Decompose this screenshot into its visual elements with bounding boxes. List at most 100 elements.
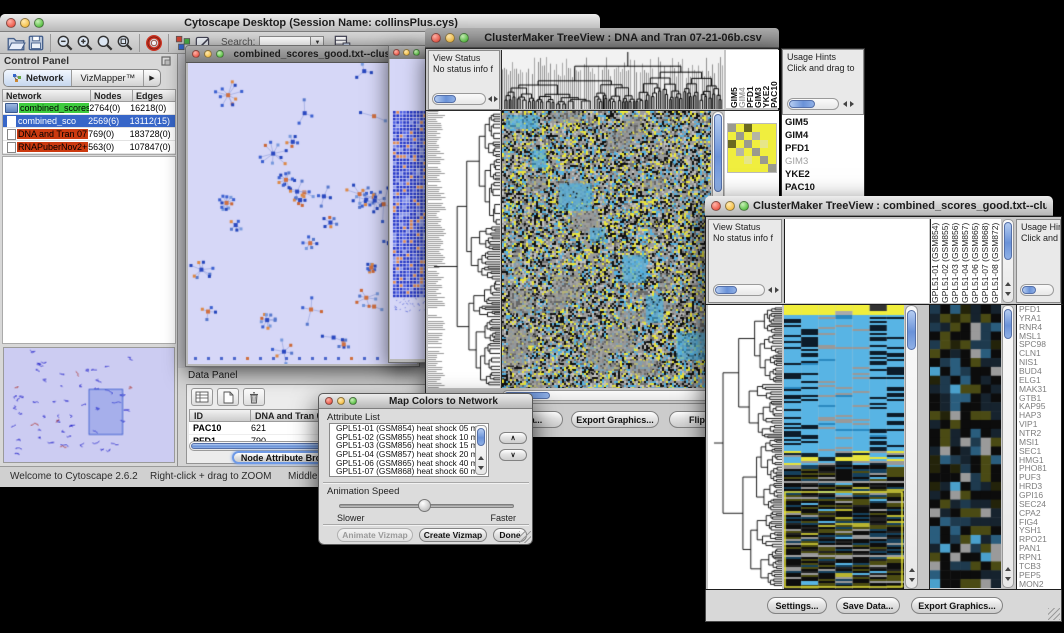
gene-label[interactable]: TCB3	[1017, 562, 1061, 571]
column-label[interactable]: GIM5	[730, 50, 738, 108]
usage-hints-hscrollbar[interactable]	[787, 98, 839, 110]
scroll-right-icon[interactable]	[850, 101, 854, 107]
mini-heatmap-cell[interactable]	[744, 164, 752, 172]
mini-heatmap-cell[interactable]	[752, 140, 760, 148]
mini-heatmap-cell[interactable]	[768, 156, 776, 164]
treeview1-hscrollbar[interactable]	[502, 390, 711, 401]
column-label[interactable]: GPL51-04 (GSM857)	[961, 219, 971, 303]
mini-heatmap-cell[interactable]	[752, 132, 760, 140]
column-label[interactable]: GPL51-03 (GSM856)	[951, 219, 961, 303]
zoom-window-icon[interactable]	[34, 18, 44, 28]
move-down-button[interactable]: ∨	[499, 449, 527, 461]
view-status-hscrollbar[interactable]	[713, 284, 765, 296]
gene-label[interactable]: GIM3	[782, 156, 864, 169]
export-graphics-button[interactable]: Export Graphics...	[571, 411, 659, 428]
treeview2-row-dendrogram[interactable]	[708, 305, 782, 589]
gene-label[interactable]: RPN1	[1017, 553, 1061, 562]
network-overview-navigator[interactable]	[3, 347, 175, 463]
mini-heatmap-cell[interactable]	[736, 140, 744, 148]
mini-heatmap-cell[interactable]	[768, 164, 776, 172]
gene-label[interactable]: SPC98	[1017, 340, 1061, 349]
gene-label[interactable]: YRA1	[1017, 314, 1061, 323]
zoom-fit-icon[interactable]	[95, 33, 115, 53]
mini-heatmap-cell[interactable]	[760, 124, 768, 132]
column-label[interactable]: GPL51-08 (GSM872)	[991, 219, 1001, 303]
network-table-row[interactable]: combined_sco 2569(6) 13112(15)	[3, 115, 175, 128]
mini-heatmap-cell[interactable]	[752, 124, 760, 132]
gene-label[interactable]: PFD1	[1017, 305, 1061, 314]
minimize-icon[interactable]	[20, 18, 30, 28]
col-network[interactable]: Network	[2, 89, 91, 102]
zoom-window-icon[interactable]	[216, 50, 224, 58]
attribute-item[interactable]: GPL51-07 (GSM868) heat shock 60 min	[333, 467, 488, 476]
gene-label[interactable]: PAN1	[1017, 544, 1061, 553]
create-vizmap-button[interactable]: Create Vizmap	[419, 528, 487, 542]
gene-label[interactable]: BUD4	[1017, 367, 1061, 376]
scroll-down-icon[interactable]	[1005, 292, 1011, 296]
help-lifering-icon[interactable]	[144, 33, 164, 53]
minimize-icon[interactable]	[337, 397, 345, 405]
mini-heatmap-cell[interactable]	[760, 156, 768, 164]
scroll-up-icon[interactable]	[1005, 282, 1011, 286]
col-nodes[interactable]: Nodes	[91, 89, 133, 102]
mini-heatmap-cell[interactable]	[752, 164, 760, 172]
gene-label[interactable]: GTB1	[1017, 394, 1061, 403]
close-icon[interactable]	[431, 33, 441, 43]
close-icon[interactable]	[192, 50, 200, 58]
scroll-up-icon[interactable]	[1005, 567, 1011, 571]
scroll-down-icon[interactable]	[478, 466, 484, 470]
animate-vizmap-button[interactable]: Animate Vizmap	[337, 528, 413, 542]
mini-heatmap-cell[interactable]	[768, 140, 776, 148]
mini-heatmap-cell[interactable]	[744, 156, 752, 164]
network-view-canvas[interactable]	[188, 63, 417, 364]
gene-label[interactable]: PEP5	[1017, 571, 1061, 580]
close-icon[interactable]	[711, 201, 721, 211]
gene-label[interactable]: NTR2	[1017, 429, 1061, 438]
view-status-hscrollbar[interactable]	[432, 93, 486, 105]
gene-label[interactable]: RNR4	[1017, 323, 1061, 332]
gene-label[interactable]: ELG1	[1017, 376, 1061, 385]
gene-label[interactable]: SEC1	[1017, 447, 1061, 456]
gene-label[interactable]: MSI1	[1017, 438, 1061, 447]
gene-label[interactable]: PHO81	[1017, 464, 1061, 473]
gene-label[interactable]: CLN1	[1017, 349, 1061, 358]
mini-heatmap-cell[interactable]	[728, 148, 736, 156]
mini-heatmap-cell[interactable]	[768, 132, 776, 140]
col-id[interactable]: ID	[189, 409, 251, 422]
mini-heatmap-cell[interactable]	[744, 132, 752, 140]
gene-label[interactable]: GIM4	[782, 130, 864, 143]
zoom-window-icon[interactable]	[459, 33, 469, 43]
resize-grip[interactable]	[519, 531, 531, 543]
scroll-left-icon[interactable]	[768, 287, 772, 293]
treeview2-collabel-vscrollbar[interactable]	[1002, 219, 1014, 303]
resize-grip[interactable]	[1048, 608, 1060, 620]
gene-label[interactable]: HMG1	[1017, 456, 1061, 465]
gene-label[interactable]: KAP95	[1017, 402, 1061, 411]
open-file-icon[interactable]	[6, 33, 26, 53]
close-icon[interactable]	[6, 18, 16, 28]
tab-overflow-arrow[interactable]: ▶	[144, 70, 159, 86]
minimize-icon[interactable]	[204, 50, 212, 58]
settings-button[interactable]: Settings...	[767, 597, 827, 614]
mini-heatmap-cell[interactable]	[768, 148, 776, 156]
gene-label[interactable]: HAP3	[1017, 411, 1061, 420]
close-icon[interactable]	[393, 49, 400, 56]
mini-heatmap-cell[interactable]	[728, 132, 736, 140]
zoom-in-icon[interactable]	[75, 33, 95, 53]
network-table-row[interactable]: combined_scores 2764(0) 16218(0)	[3, 102, 175, 115]
dialog-titlebar[interactable]: Map Colors to Network	[319, 394, 532, 409]
treeview2-vscrollbar[interactable]	[905, 305, 918, 589]
scroll-left-icon[interactable]	[488, 96, 492, 102]
mini-heatmap-cell[interactable]	[736, 164, 744, 172]
mini-heatmap-cell[interactable]	[760, 164, 768, 172]
treeview1-heatmap[interactable]	[502, 111, 711, 388]
usage-hints-hscrollbar[interactable]	[1020, 284, 1054, 296]
mini-heatmap-cell[interactable]	[760, 140, 768, 148]
column-label[interactable]: GIM4	[738, 50, 746, 108]
treeview1-titlebar[interactable]: ClusterMaker TreeView : DNA and Tran 07-…	[425, 28, 779, 48]
gene-label[interactable]: MSL1	[1017, 332, 1061, 341]
gene-label[interactable]: MAK31	[1017, 385, 1061, 394]
gene-label[interactable]: HRD3	[1017, 482, 1061, 491]
gene-label[interactable]: MON2	[1017, 580, 1061, 589]
gene-label[interactable]: VIP1	[1017, 420, 1061, 429]
